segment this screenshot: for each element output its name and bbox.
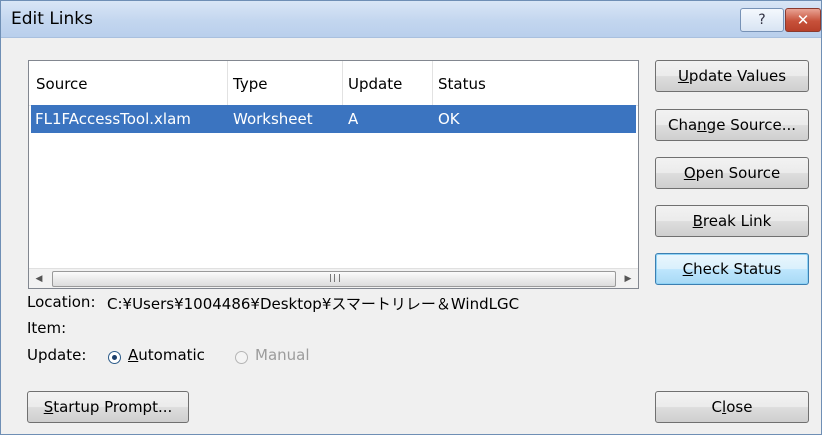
column-header-update[interactable]: Update <box>348 61 402 105</box>
table-row[interactable]: FL1FAccessTool.xlam Worksheet A OK <box>31 105 636 133</box>
update-label: Update: <box>27 346 87 364</box>
update-values-button[interactable]: Update Values <box>655 60 809 92</box>
grip-icon <box>330 274 340 282</box>
column-header-type[interactable]: Type <box>233 61 267 105</box>
column-header-status[interactable]: Status <box>438 61 486 105</box>
title-bar[interactable]: Edit Links ? ✕ <box>1 1 821 38</box>
open-source-button[interactable]: Open Source <box>655 157 809 189</box>
list-header: Source Type Update Status <box>29 61 638 106</box>
location-value: C:¥Users¥1004486¥Desktop¥スマートリレー＆WindLGC <box>107 295 520 313</box>
cell-status: OK <box>438 110 460 128</box>
close-icon: ✕ <box>796 11 810 29</box>
column-divider[interactable] <box>342 61 343 105</box>
automatic-label[interactable]: Automatic <box>128 346 205 364</box>
radio-selected-dot <box>112 355 117 360</box>
startup-prompt-button[interactable]: Startup Prompt... <box>27 391 189 423</box>
help-button[interactable]: ? <box>740 8 784 32</box>
check-status-button[interactable]: Check Status <box>655 253 809 285</box>
cell-update: A <box>348 110 359 128</box>
location-label: Location: <box>27 293 96 311</box>
help-icon: ? <box>758 12 766 28</box>
break-link-button[interactable]: Break Link <box>655 205 809 237</box>
scroll-right-icon[interactable]: ▶ <box>618 269 638 288</box>
change-source-button[interactable]: Cha n ge Source... <box>655 109 809 141</box>
item-label: Item: <box>27 319 67 337</box>
column-header-source[interactable]: Source <box>36 61 88 105</box>
scroll-thumb[interactable] <box>52 271 616 287</box>
manual-label[interactable]: Manual <box>255 346 310 364</box>
cell-source: FL1FAccessTool.xlam <box>35 110 191 128</box>
column-divider[interactable] <box>432 61 433 105</box>
links-list[interactable]: Source Type Update Status FL1FAccessTool… <box>28 60 639 289</box>
close-button[interactable]: Cl ose <box>655 391 809 423</box>
cell-type: Worksheet <box>233 110 313 128</box>
column-divider[interactable] <box>227 61 228 105</box>
horizontal-scrollbar[interactable]: ◀ ▶ <box>29 268 638 288</box>
automatic-radio[interactable] <box>108 351 121 364</box>
scroll-left-icon[interactable]: ◀ <box>29 269 49 288</box>
manual-radio[interactable] <box>235 351 248 364</box>
dialog-title: Edit Links <box>11 9 93 29</box>
edit-links-dialog: Edit Links ? ✕ Source Type Update Status… <box>0 0 822 435</box>
close-window-button[interactable]: ✕ <box>785 8 821 32</box>
